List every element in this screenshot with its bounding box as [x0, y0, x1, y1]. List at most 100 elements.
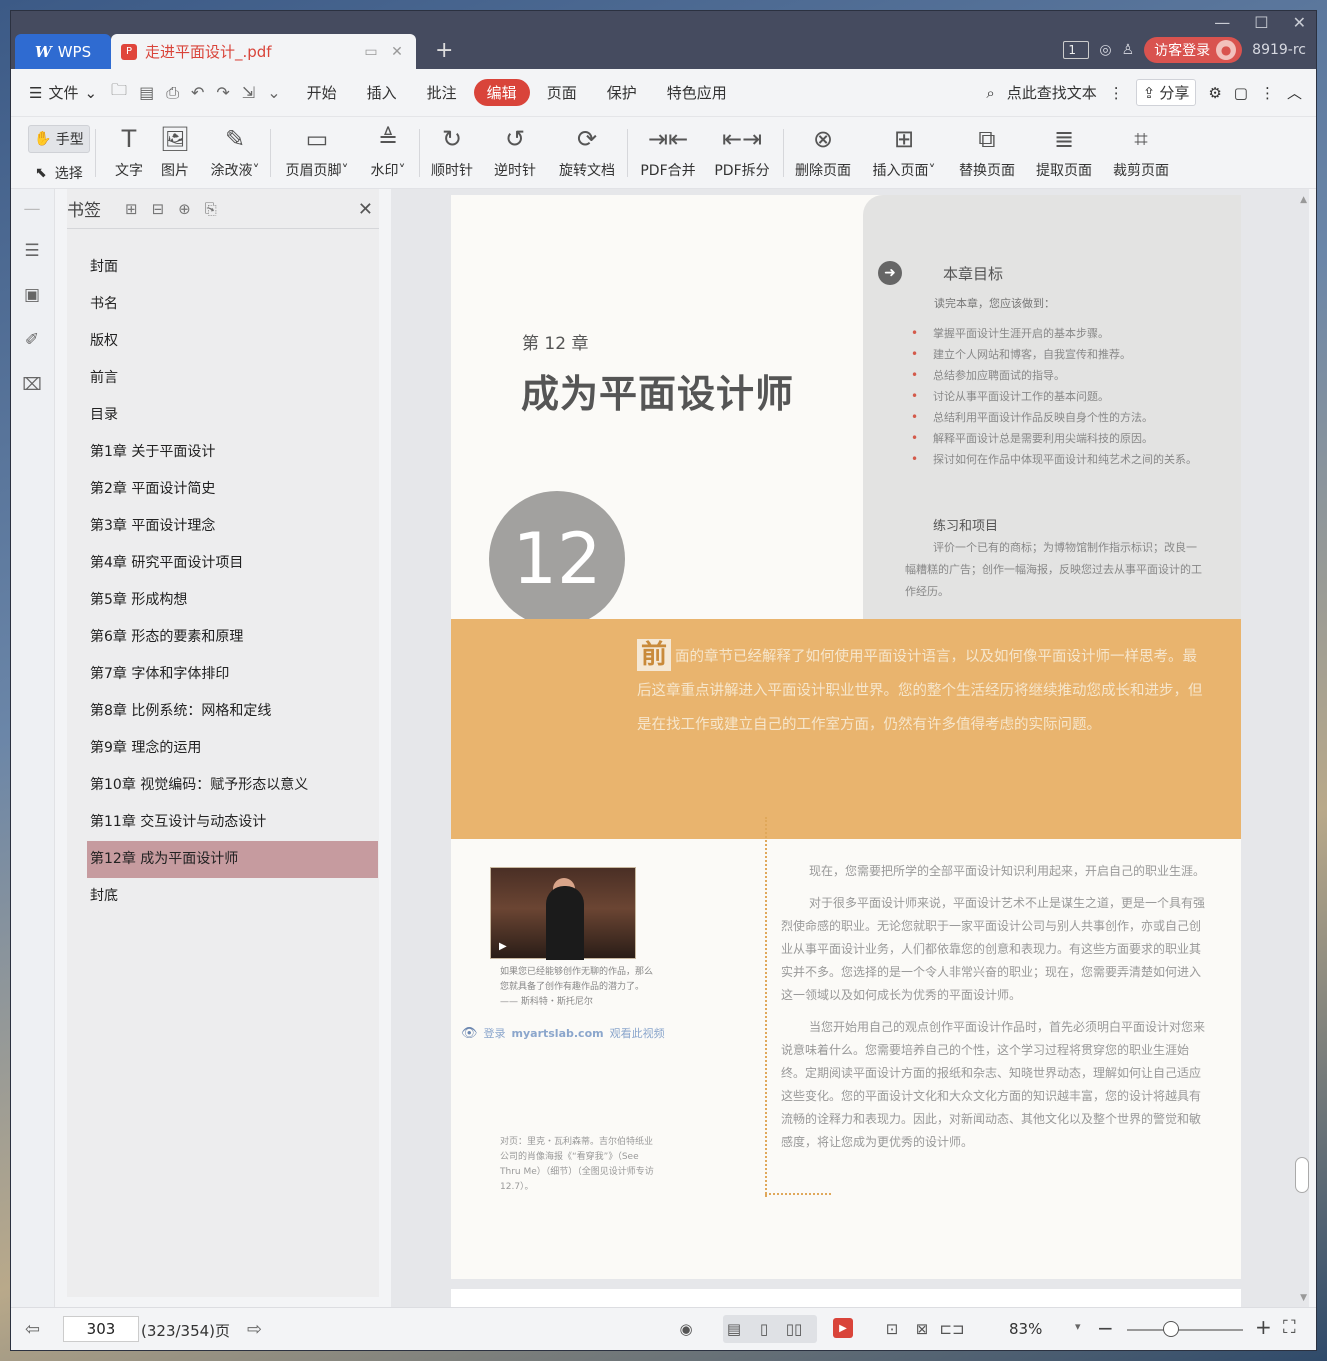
tab-start[interactable]: 开始	[307, 79, 337, 106]
zoom-in-icon[interactable]: +	[1255, 1315, 1272, 1339]
bookmark-settings-icon[interactable]: ⎘	[205, 200, 217, 218]
zoom-slider[interactable]	[1127, 1329, 1243, 1331]
tool-header-footer[interactable]: ▭ 页眉页脚˅	[279, 121, 355, 185]
scroll-down-icon[interactable]: ▼	[1300, 1293, 1307, 1303]
bookmark-item[interactable]: 第3章 平面设计理念	[67, 508, 379, 545]
skin-icon[interactable]: ◎	[1099, 42, 1111, 58]
guest-login-button[interactable]: 访客登录 ●	[1144, 37, 1243, 63]
tool-insert-page[interactable]: ⊞ 插入页面˅	[867, 121, 941, 185]
bookmark-item[interactable]: 封面	[67, 249, 379, 286]
scroll-up-icon[interactable]: ▲	[1300, 195, 1307, 205]
window-count-badge[interactable]: 1	[1063, 41, 1090, 59]
tool-pdf-split[interactable]: ⇤⇥ PDF拆分	[711, 121, 773, 185]
play-slideshow-icon[interactable]: ▶	[833, 1318, 853, 1338]
select-tool-button[interactable]: ⬉ 选择	[35, 163, 83, 183]
new-tab-plus-icon[interactable]: +	[435, 38, 453, 63]
bookmark-item[interactable]: 第9章 理念的运用	[67, 730, 379, 767]
close-panel-icon[interactable]: ✕	[358, 199, 373, 220]
collapse-all-icon[interactable]: ⊟	[152, 200, 165, 218]
search-text-button[interactable]: 点此查找文本	[1007, 82, 1097, 103]
hand-tool-button[interactable]: ✋ 手型	[28, 125, 90, 153]
tab-special[interactable]: 特色应用	[667, 79, 727, 106]
tool-rotate-document[interactable]: ⟳ 旋转文档	[555, 121, 619, 185]
file-menu[interactable]: ☰ 文件 ⌄	[29, 82, 97, 103]
tool-crop-page[interactable]: ⌗ 裁剪页面	[1109, 121, 1173, 185]
eye-protection-icon[interactable]: ◉	[675, 1318, 697, 1340]
fit-width-icon[interactable]: ⊏⊐	[939, 1318, 964, 1340]
tool-rotate-counterclockwise[interactable]: ↺ 逆时针	[490, 121, 540, 185]
bookmark-item[interactable]: 书名	[67, 286, 379, 323]
tool-correction[interactable]: ✎ 涂改液˅	[205, 121, 265, 185]
bookmark-item[interactable]: 第8章 比例系统：网格和定线	[67, 693, 379, 730]
single-page-icon[interactable]: ▯	[753, 1318, 775, 1340]
tab-annotate[interactable]: 批注	[427, 79, 457, 106]
outline-icon[interactable]: ☰	[21, 241, 43, 263]
fit-page-icon[interactable]: ⊠	[911, 1318, 933, 1340]
minimize-icon[interactable]: —	[1214, 13, 1230, 32]
document-tab[interactable]: P 走进平面设计_.pdf ▭ ✕	[111, 34, 416, 69]
prev-page-icon[interactable]: ⇦	[25, 1319, 40, 1340]
thumbnail-icon[interactable]: ▣	[21, 285, 43, 307]
redo-icon[interactable]: ↷	[216, 83, 229, 102]
tool-watermark[interactable]: ≜ 水印˅	[365, 121, 411, 185]
gear-icon[interactable]: ⚙	[1208, 84, 1221, 102]
bookmark-item[interactable]: 第6章 形态的要素和原理	[67, 619, 379, 656]
bookmark-item[interactable]: 前言	[67, 360, 379, 397]
undo-icon[interactable]: ↶	[191, 83, 204, 102]
zoom-dropdown-icon[interactable]: ▾	[1075, 1320, 1081, 1333]
tool-extract-page[interactable]: ≣ 提取页面	[1032, 121, 1096, 185]
save-icon[interactable]: ▤	[139, 83, 154, 102]
more-vertical-icon[interactable]: ⋮	[1260, 84, 1275, 102]
close-tab-icon[interactable]: ✕	[388, 44, 406, 60]
next-page-icon[interactable]: ⇨	[247, 1319, 262, 1340]
zoom-level[interactable]: 83%	[1009, 1320, 1042, 1338]
maximize-icon[interactable]: ☐	[1254, 13, 1268, 32]
bookmark-item[interactable]: 第7章 字体和字体排印	[67, 656, 379, 693]
bookmark-item[interactable]: 第4章 研究平面设计项目	[67, 545, 379, 582]
tool-image[interactable]: 🖼 图片	[157, 121, 193, 185]
annotation-icon[interactable]: ✐	[21, 330, 43, 352]
bookmark-item[interactable]: 第2章 平面设计简史	[67, 471, 379, 508]
share-button[interactable]: ⇪ 分享	[1135, 79, 1197, 106]
close-window-icon[interactable]: ✕	[1293, 13, 1306, 32]
actual-size-icon[interactable]: ⊡	[881, 1318, 903, 1340]
zoom-out-icon[interactable]: −	[1097, 1316, 1114, 1340]
wps-home-tab[interactable]: W WPS	[15, 34, 111, 69]
two-page-icon[interactable]: ▯▯	[783, 1318, 805, 1340]
bookmark-item[interactable]: 第11章 交互设计与动态设计	[67, 804, 379, 841]
bookmark-item[interactable]: 第10章 视觉编码：赋予形态以意义	[67, 767, 379, 804]
bookmark-item[interactable]: 第5章 形成构想	[67, 582, 379, 619]
export-icon[interactable]: ⇲	[242, 83, 255, 102]
bookmark-item[interactable]: 版权	[67, 323, 379, 360]
tab-page[interactable]: 页面	[547, 79, 577, 106]
add-bookmark-icon[interactable]: ⊕	[178, 200, 191, 218]
tool-text[interactable]: T 文字	[111, 121, 147, 185]
page-number-input[interactable]: 303	[63, 1316, 139, 1342]
tool-replace-page[interactable]: ⧉ 替换页面	[955, 121, 1019, 185]
expand-all-icon[interactable]: ⊞	[125, 200, 138, 218]
tshirt-icon[interactable]: ♙	[1122, 42, 1135, 58]
fullscreen-icon[interactable]: ⛶	[1283, 1317, 1296, 1338]
bookmark-item[interactable]: 封底	[67, 878, 379, 915]
signature-icon[interactable]: ⌧	[21, 375, 43, 397]
tool-rotate-clockwise[interactable]: ↻ 顺时针	[427, 121, 477, 185]
tool-pdf-merge[interactable]: ⇥⇤ PDF合并	[637, 121, 699, 185]
more-quick-icon[interactable]: ⌄	[267, 83, 280, 102]
open-folder-icon[interactable]: 🗀	[111, 79, 127, 106]
zoom-slider-knob[interactable]	[1163, 1321, 1179, 1337]
tool-delete-page[interactable]: ⊗ 删除页面	[791, 121, 855, 185]
tab-edit[interactable]: 编辑	[473, 79, 530, 106]
search-more-icon[interactable]: ⋮	[1109, 84, 1124, 102]
search-icon[interactable]: ⌕	[986, 84, 994, 102]
tab-insert[interactable]: 插入	[367, 79, 397, 106]
bookmark-item[interactable]: 第12章 成为平面设计师	[87, 841, 378, 878]
bookmark-item[interactable]: 目录	[67, 397, 379, 434]
continuous-view-icon[interactable]: ▤	[723, 1318, 745, 1340]
bookmark-item[interactable]: 第1章 关于平面设计	[67, 434, 379, 471]
tab-protect[interactable]: 保护	[607, 79, 637, 106]
document-viewport[interactable]: 第 12 章 成为平面设计师 12 ➜ 本章目标 读完本章，您应该做到： 掌握平…	[391, 189, 1309, 1307]
pin-tab-icon[interactable]: ▭	[362, 44, 380, 60]
collapse-ribbon-icon[interactable]: ︿	[1287, 82, 1302, 103]
print-icon[interactable]: ⎙	[166, 83, 179, 103]
comment-icon[interactable]: ▢	[1234, 84, 1248, 102]
